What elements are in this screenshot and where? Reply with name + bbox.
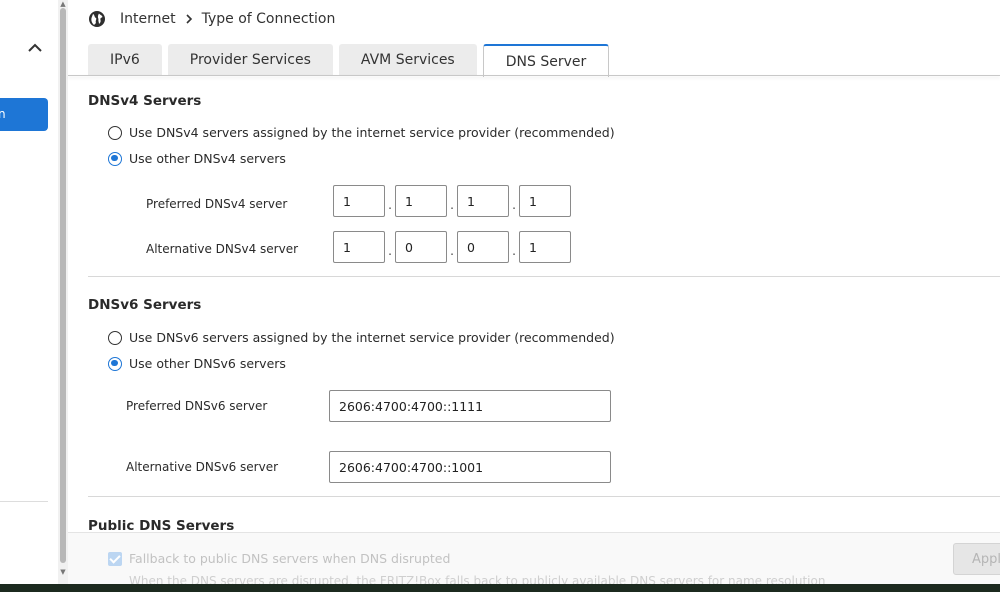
tab-dns-server[interactable]: DNS Server xyxy=(482,44,610,77)
preferred-dnsv4-octet-2[interactable]: 1 xyxy=(395,185,447,217)
octet-separator: . xyxy=(512,244,516,258)
breadcrumb-item-type-of-connection: Type of Connection xyxy=(201,11,336,27)
dnsv4-other-option[interactable]: Use other DNSv4 servers xyxy=(108,151,286,166)
dnsv4-other-radio[interactable] xyxy=(108,151,122,166)
chevron-up-icon[interactable] xyxy=(26,40,44,54)
scrollbar-thumb[interactable] xyxy=(60,8,66,563)
sidebar: n xyxy=(0,0,60,592)
alternative-dnsv6-input[interactable]: 2606:4700:4700::1001 xyxy=(329,451,611,483)
dnsv6-isp-label: Use DNSv6 servers assigned by the intern… xyxy=(129,330,615,345)
alternative-dnsv4-input: 1 . 0 . 0 . 1 xyxy=(333,231,571,263)
chevron-right-icon xyxy=(185,13,193,25)
fallback-checkbox[interactable] xyxy=(108,551,122,566)
scroll-down-icon[interactable]: ▼ xyxy=(59,568,67,576)
dnsv4-isp-label: Use DNSv4 servers assigned by the intern… xyxy=(129,125,615,140)
globe-icon xyxy=(88,10,106,28)
octet-separator: . xyxy=(512,198,516,212)
alternative-dnsv4-octet-1[interactable]: 1 xyxy=(333,231,385,263)
alternative-dnsv4-octet-3[interactable]: 0 xyxy=(457,231,509,263)
octet-separator: . xyxy=(450,244,454,258)
dnsv4-other-label: Use other DNSv4 servers xyxy=(129,151,286,166)
tab-bar: IPv6 Provider Services AVM Services DNS … xyxy=(88,44,615,77)
octet-separator: . xyxy=(388,244,392,258)
sidebar-item-active[interactable]: n xyxy=(0,98,48,131)
alternative-dnsv4-octet-4[interactable]: 1 xyxy=(519,231,571,263)
section-divider xyxy=(88,496,1000,497)
preferred-dnsv4-octet-3[interactable]: 1 xyxy=(457,185,509,217)
dnsv6-other-label: Use other DNSv6 servers xyxy=(129,356,286,371)
octet-separator: . xyxy=(388,198,392,212)
preferred-dnsv4-input: 1 . 1 . 1 . 1 xyxy=(333,185,571,217)
dnsv4-section-title: DNSv4 Servers xyxy=(88,93,202,109)
scroll-up-icon[interactable]: ▲ xyxy=(59,0,67,8)
dnsv6-isp-radio[interactable] xyxy=(108,330,122,345)
fallback-label: Fallback to public DNS servers when DNS … xyxy=(129,551,451,566)
sidebar-divider xyxy=(0,501,48,502)
alternative-dnsv4-label: Alternative DNSv4 server xyxy=(146,242,299,256)
tab-provider-services[interactable]: Provider Services xyxy=(167,44,333,76)
tab-ipv6[interactable]: IPv6 xyxy=(88,44,162,76)
preferred-dnsv4-octet-4[interactable]: 1 xyxy=(519,185,571,217)
dnsv4-isp-radio[interactable] xyxy=(108,125,122,140)
breadcrumb-item-internet[interactable]: Internet xyxy=(120,11,176,27)
dnsv6-section-title: DNSv6 Servers xyxy=(88,297,202,313)
tab-divider xyxy=(68,75,1000,76)
breadcrumb: Internet Type of Connection xyxy=(88,8,335,30)
scrollbar[interactable]: ▲ ▼ xyxy=(58,0,68,592)
dnsv6-other-option[interactable]: Use other DNSv6 servers xyxy=(108,356,286,371)
alternative-dnsv6-label: Alternative DNSv6 server xyxy=(126,460,279,474)
apply-button[interactable]: Apply xyxy=(953,543,1000,575)
preferred-dnsv6-label: Preferred DNSv6 server xyxy=(126,399,268,413)
page: n ▲ ▼ Internet Type of Connection IPv6 P… xyxy=(0,0,1000,592)
preferred-dnsv6-input[interactable]: 2606:4700:4700::1111 xyxy=(329,390,611,422)
dnsv6-other-radio[interactable] xyxy=(108,356,122,371)
alternative-dnsv4-octet-2[interactable]: 0 xyxy=(395,231,447,263)
footer-bar: Fallback to public DNS servers when DNS … xyxy=(68,532,1000,592)
tab-avm-services[interactable]: AVM Services xyxy=(338,44,477,76)
dnsv4-isp-option[interactable]: Use DNSv4 servers assigned by the intern… xyxy=(108,125,615,140)
octet-separator: . xyxy=(450,198,454,212)
section-divider xyxy=(88,276,1000,277)
dnsv6-isp-option[interactable]: Use DNSv6 servers assigned by the intern… xyxy=(108,330,615,345)
fallback-option[interactable]: Fallback to public DNS servers when DNS … xyxy=(108,551,450,566)
taskbar xyxy=(0,584,1000,592)
sidebar-item-label: n xyxy=(0,107,6,121)
preferred-dnsv4-octet-1[interactable]: 1 xyxy=(333,185,385,217)
main-content: Internet Type of Connection IPv6 Provide… xyxy=(68,0,1000,592)
preferred-dnsv4-label: Preferred DNSv4 server xyxy=(146,197,288,211)
